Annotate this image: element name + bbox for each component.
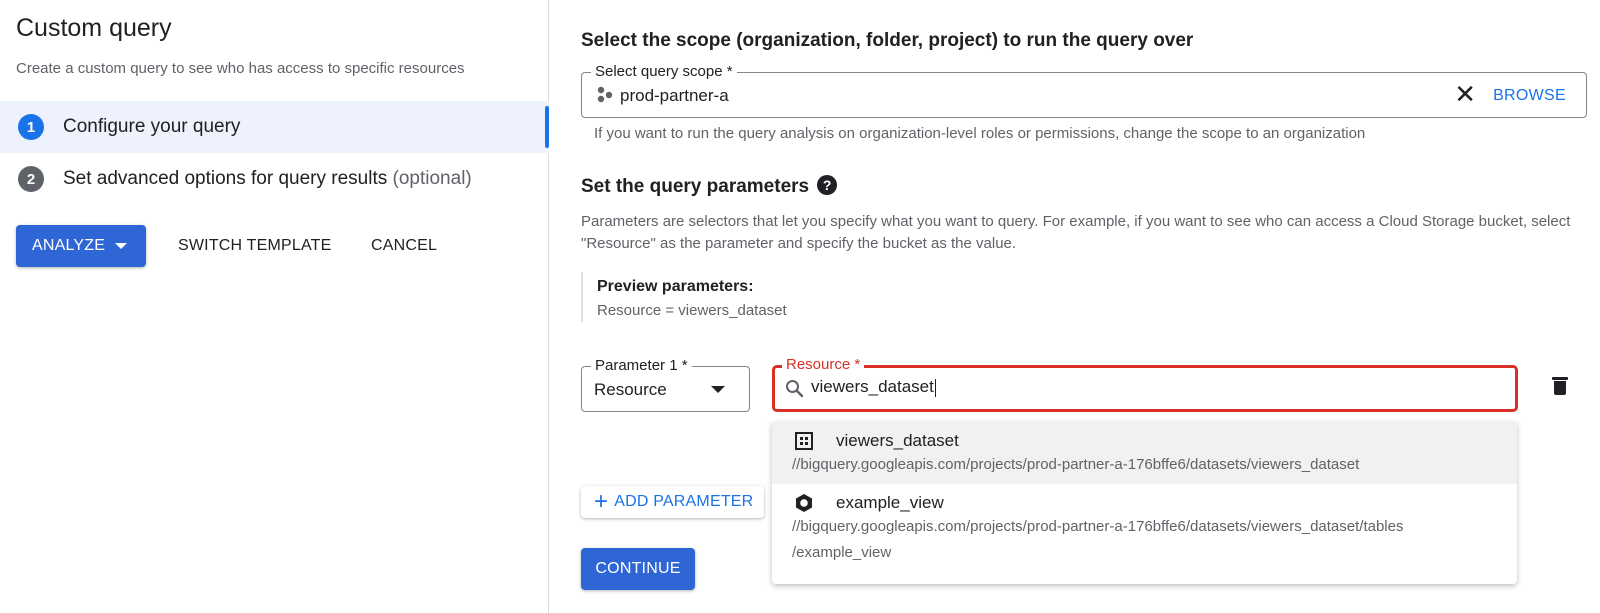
suggestion-path-continued: /example_view bbox=[792, 544, 892, 561]
parameter-1-select[interactable]: Parameter 1 * Resource bbox=[581, 357, 750, 412]
continue-button[interactable]: CONTINUE bbox=[581, 548, 695, 590]
trash-lid bbox=[1552, 377, 1568, 380]
switch-template-button[interactable]: SWITCH TEMPLATE bbox=[178, 237, 332, 255]
search-icon bbox=[786, 380, 804, 398]
resource-input-value[interactable]: viewers_dataset bbox=[811, 377, 936, 397]
suggestion-name: viewers_dataset bbox=[836, 431, 959, 450]
resource-input-field[interactable]: Resource * viewers_dataset bbox=[772, 356, 1518, 412]
preview-title: Preview parameters: bbox=[597, 278, 754, 295]
step-number-badge: 1 bbox=[18, 114, 44, 140]
page-title: Custom query bbox=[16, 14, 172, 42]
left-panel: Custom query Create a custom query to se… bbox=[0, 0, 549, 613]
active-step-indicator bbox=[545, 106, 549, 148]
suggestion-name: example_view bbox=[836, 493, 944, 512]
suggestion-item[interactable]: example_view //bigquery.googleapis.com/p… bbox=[772, 484, 1517, 584]
scope-heading: Select the scope (organization, folder, … bbox=[581, 30, 1194, 51]
resource-input-text: viewers_dataset bbox=[811, 377, 934, 396]
step-label-text: Set advanced options for query results bbox=[63, 168, 388, 189]
step-configure-query[interactable]: 1 Configure your query bbox=[0, 101, 549, 153]
view-icon bbox=[796, 494, 812, 512]
suggestion-item[interactable]: viewers_dataset //bigquery.googleapis.co… bbox=[772, 422, 1517, 484]
add-parameter-label: ADD PARAMETER bbox=[614, 493, 754, 510]
cancel-button[interactable]: CANCEL bbox=[371, 237, 437, 255]
params-heading: Set the query parameters bbox=[581, 176, 810, 197]
plus-icon: + bbox=[594, 488, 609, 515]
add-parameter-button[interactable]: + ADD PARAMETER bbox=[581, 486, 764, 518]
page-subtitle: Create a custom query to see who has acc… bbox=[16, 60, 465, 77]
suggestion-path: //bigquery.googleapis.com/projects/prod-… bbox=[792, 456, 1360, 473]
step-advanced-options[interactable]: 2 Set advanced options for query results… bbox=[0, 153, 549, 205]
parameter-1-label: Parameter 1 * bbox=[591, 357, 692, 375]
params-heading-row: Set the query parameters? bbox=[581, 174, 838, 198]
scope-hint: If you want to run the query analysis on… bbox=[594, 125, 1366, 142]
query-scope-label: Select query scope * bbox=[591, 63, 737, 81]
preview-parameters: Preview parameters: Resource = viewers_d… bbox=[581, 272, 787, 322]
browse-button[interactable]: BROWSE bbox=[1493, 87, 1566, 105]
text-cursor bbox=[934, 378, 936, 397]
step-number-badge: 2 bbox=[18, 166, 44, 192]
step-label: Set advanced options for query results (… bbox=[63, 168, 472, 190]
resource-suggestions: viewers_dataset //bigquery.googleapis.co… bbox=[772, 422, 1517, 584]
help-icon[interactable]: ? bbox=[817, 174, 838, 195]
resource-label: Resource * bbox=[782, 356, 865, 374]
parameter-1-value: Resource bbox=[594, 380, 667, 399]
step-label: Configure your query bbox=[63, 116, 241, 137]
params-description: Parameters are selectors that let you sp… bbox=[581, 213, 1571, 252]
query-scope-value: prod-partner-a bbox=[620, 86, 729, 105]
project-icon bbox=[597, 86, 613, 103]
close-icon[interactable]: ✕ bbox=[1454, 81, 1476, 107]
step-optional-tag: (optional) bbox=[392, 168, 472, 189]
chevron-down-icon bbox=[711, 386, 725, 393]
query-scope-field[interactable]: Select query scope * prod-partner-a ✕ BR… bbox=[581, 63, 1587, 118]
caret-down-icon bbox=[115, 243, 128, 249]
analyze-label: ANALYZE bbox=[32, 237, 106, 254]
analyze-button[interactable]: ANALYZE bbox=[16, 225, 146, 267]
trash-body bbox=[1554, 381, 1566, 395]
delete-icon[interactable] bbox=[1552, 377, 1568, 395]
dataset-icon bbox=[795, 432, 813, 450]
suggestion-path: //bigquery.googleapis.com/projects/prod-… bbox=[792, 518, 1404, 535]
preview-value: Resource = viewers_dataset bbox=[597, 302, 787, 319]
